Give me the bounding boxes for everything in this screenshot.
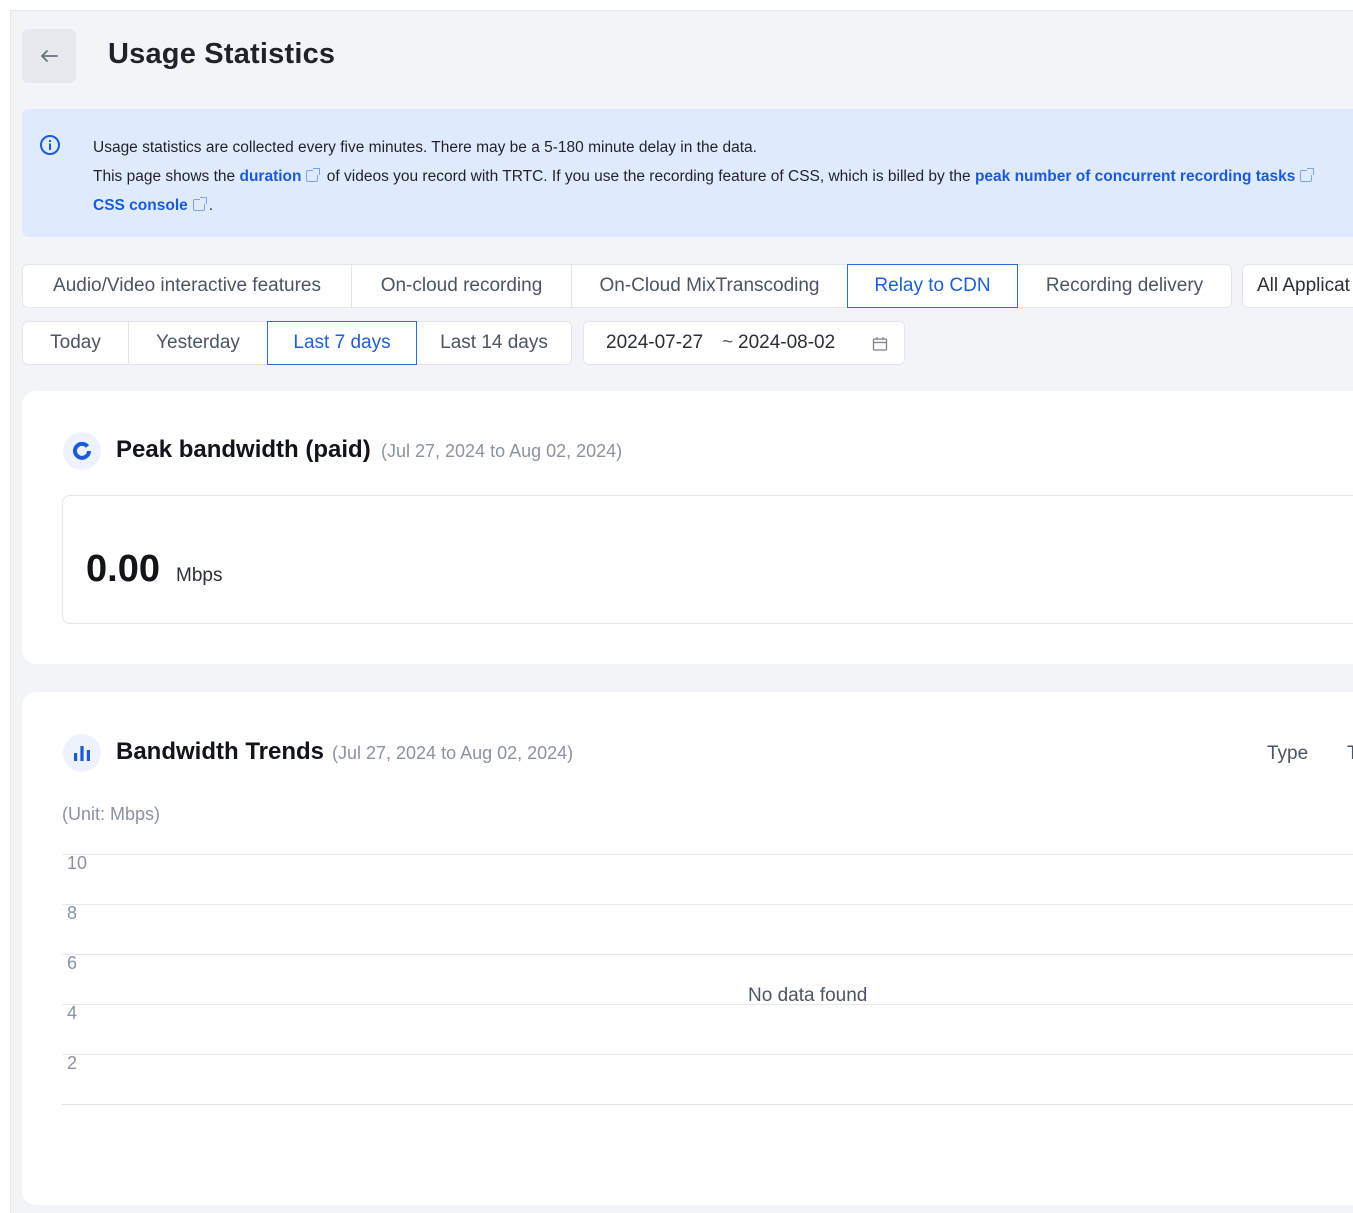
page-title: Usage Statistics <box>108 38 336 70</box>
calendar-icon <box>872 337 888 351</box>
back-button[interactable] <box>22 29 76 83</box>
peak-concurrent-tasks-link[interactable]: peak number of concurrent recording task… <box>975 168 1295 185</box>
y-tick-label: 4 <box>67 1003 78 1023</box>
duration-link[interactable]: duration <box>239 168 301 185</box>
feature-tabs: Audio/Video interactive features On-clou… <box>22 264 1232 308</box>
css-console-link[interactable]: CSS console <box>93 197 188 214</box>
y-tick-label: 6 <box>67 953 78 973</box>
tab-audio-video[interactable]: Audio/Video interactive features <box>22 264 352 308</box>
no-data-message: No data found <box>748 985 868 1006</box>
chart-gridline <box>62 954 1353 955</box>
y-tick-label: 8 <box>67 903 78 923</box>
peak-bandwidth-icon-wrap <box>63 432 101 470</box>
notice-line-1: Usage statistics are collected every fiv… <box>93 139 757 156</box>
info-icon <box>40 135 60 155</box>
date-range-start: 2024-07-27 <box>606 332 704 353</box>
chart-gridline <box>62 854 1353 855</box>
peak-bandwidth-metric: 0.00 Mbps <box>62 495 1353 624</box>
date-tab-last-7-days[interactable]: Last 7 days <box>267 321 417 365</box>
chart-unit-label: (Unit: Mbps) <box>62 804 161 824</box>
bandwidth-trends-range: (Jul 27, 2024 to Aug 02, 2024) <box>332 743 574 763</box>
peak-bandwidth-card: Peak bandwidth (paid) (Jul 27, 2024 to A… <box>22 391 1353 664</box>
tab-relay-to-cdn[interactable]: Relay to CDN <box>847 264 1018 308</box>
type-label: Type <box>1267 743 1309 764</box>
tab-mixtranscoding[interactable]: On-Cloud MixTranscoding <box>571 264 848 308</box>
date-range-picker[interactable]: 2024-07-27 ~ 2024-08-02 <box>583 321 905 365</box>
peak-bandwidth-range: (Jul 27, 2024 to Aug 02, 2024) <box>381 441 623 461</box>
chart-gridline <box>62 1004 1353 1005</box>
notice-line-3: CSS console. <box>93 197 214 214</box>
external-link-icon <box>192 197 207 211</box>
notice-line-2: This page shows the duration of videos y… <box>93 162 1316 191</box>
peak-bandwidth-unit: Mbps <box>176 565 223 586</box>
peak-bandwidth-title: Peak bandwidth (paid) <box>116 436 371 463</box>
peak-bandwidth-value: 0.00 <box>86 548 160 590</box>
date-range-separator: ~ <box>722 332 734 353</box>
refresh-ring-icon <box>73 441 91 460</box>
tab-recording-delivery[interactable]: Recording delivery <box>1017 264 1232 308</box>
date-tab-today[interactable]: Today <box>22 321 129 365</box>
date-tab-yesterday[interactable]: Yesterday <box>128 321 268 365</box>
bandwidth-trends-card: Bandwidth Trends (Jul 27, 2024 to Aug 02… <box>22 692 1353 1205</box>
usage-statistics-page: Usage Statistics Usage statistics are co… <box>10 10 1353 1213</box>
tab-on-cloud-recording[interactable]: On-cloud recording <box>351 264 572 308</box>
bandwidth-trends-icon-wrap <box>63 734 101 772</box>
date-range-end: 2024-08-02 <box>738 332 836 353</box>
bar-chart-icon <box>74 746 90 761</box>
application-select[interactable]: All Applicat <box>1242 264 1353 308</box>
chart-baseline <box>62 1104 1353 1105</box>
date-range-tabs: Today Yesterday Last 7 days Last 14 days <box>22 321 572 365</box>
notice-text: Usage statistics are collected every fiv… <box>93 133 1316 220</box>
date-tab-last-14-days[interactable]: Last 14 days <box>416 321 572 365</box>
external-link-icon <box>306 168 321 182</box>
y-tick-label: 2 <box>67 1053 78 1073</box>
bandwidth-trends-title: Bandwidth Trends <box>116 738 325 765</box>
y-tick-label: 10 <box>67 853 88 873</box>
chart-gridline <box>62 904 1353 905</box>
arrow-left-icon <box>41 50 58 62</box>
external-link-icon <box>1300 168 1315 182</box>
type-select[interactable]: T <box>1347 743 1353 765</box>
chart-gridline <box>62 1054 1353 1055</box>
page-header: Usage Statistics <box>11 11 1353 99</box>
